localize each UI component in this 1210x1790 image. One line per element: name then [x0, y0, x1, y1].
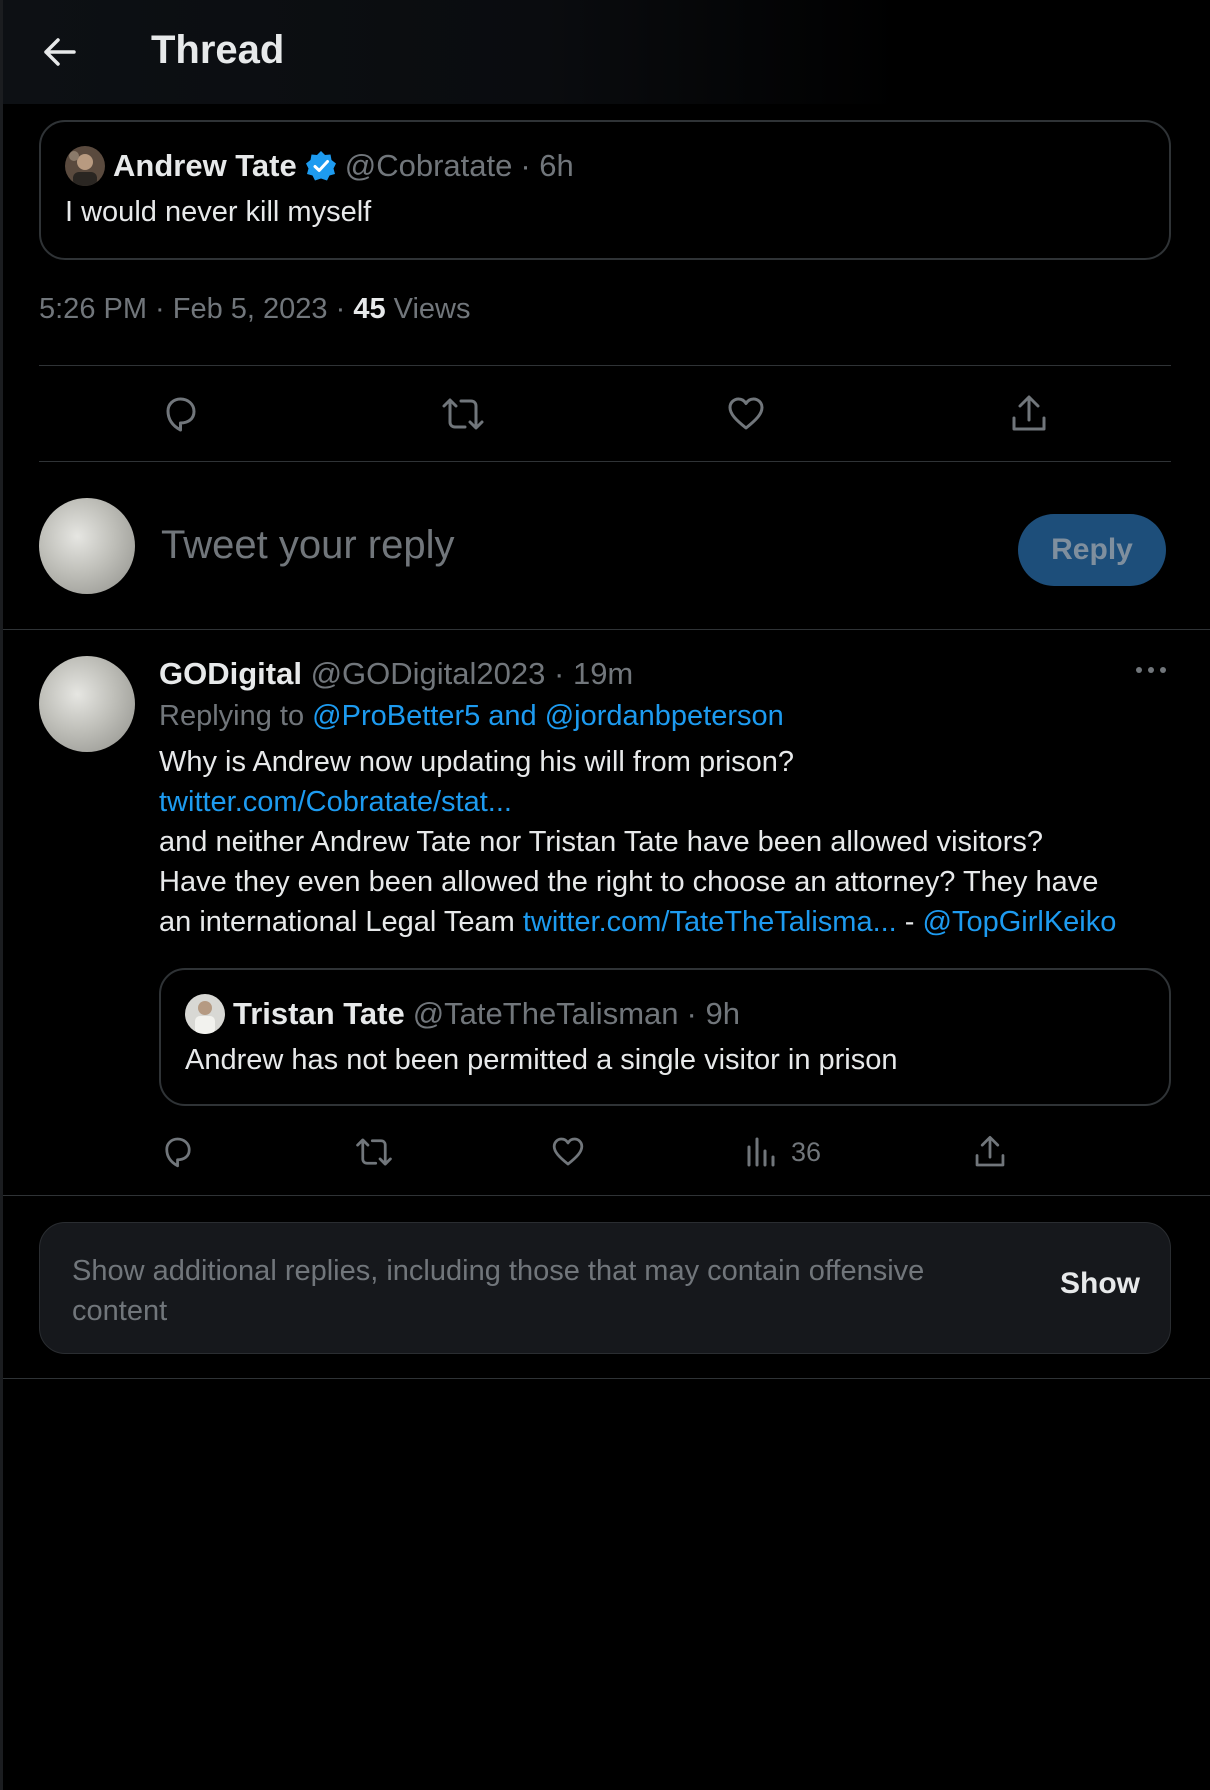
author-name[interactable]: Andrew Tate [113, 148, 297, 184]
retweet-icon [442, 398, 484, 430]
comment-icon [165, 1137, 191, 1168]
tweet-body: Why is Andrew now updating his will from… [159, 742, 1210, 942]
reply-input[interactable] [161, 520, 981, 570]
replying-to-users-link[interactable]: @ProBetter5 and @jordanbpeterson [312, 700, 784, 732]
avatar [185, 994, 225, 1034]
quoted-tweet-card[interactable]: Tristan Tate @TateTheTalisman · 9h Andre… [159, 968, 1171, 1106]
reply-action-button[interactable] [157, 390, 205, 438]
heart-icon [728, 397, 764, 430]
verified-badge-icon [305, 151, 336, 181]
reply-action-button[interactable] [159, 1130, 197, 1174]
views-action-button[interactable]: 36 [745, 1130, 821, 1174]
share-action-button[interactable] [971, 1130, 1009, 1174]
reply-tweet[interactable]: GODigital @GODigital2023 · 19m Replying … [3, 630, 1210, 1196]
retweet-action-button[interactable] [439, 390, 487, 438]
like-action-button[interactable] [722, 390, 770, 438]
quoted-tweet-text: Andrew has not been permitted a single v… [185, 1044, 898, 1076]
additional-replies-text: Show additional replies, including those… [72, 1255, 925, 1327]
comment-icon [166, 397, 196, 432]
header: Thread [3, 0, 1210, 104]
tweet-time: · 9h [686, 996, 740, 1031]
heart-icon [552, 1137, 584, 1166]
back-button[interactable] [37, 30, 81, 74]
quoted-tweet-header: Andrew Tate @Cobratate · 6h [65, 146, 574, 186]
views-count: 36 [791, 1136, 822, 1167]
quoted-tweet-header: Tristan Tate @TateTheTalisman · 9h [185, 994, 740, 1034]
share-action-button[interactable] [1005, 390, 1053, 438]
views-count: 45 [353, 293, 386, 325]
author-handle[interactable]: @GODigital2023 [311, 656, 546, 691]
author-handle[interactable]: @Cobratate [345, 148, 513, 184]
replying-to: Replying to @ProBetter5 and @jordanbpete… [159, 700, 784, 732]
analytics-icon [747, 1137, 775, 1167]
quoted-tweet-text: I would never kill myself [65, 196, 372, 228]
tweet-link[interactable]: twitter.com/TateTheTalisma... [523, 906, 897, 938]
author-handle[interactable]: @TateTheTalisman [413, 996, 679, 1032]
reply-button[interactable]: Reply [1018, 514, 1166, 586]
tweet-header: GODigital @GODigital2023 · 19m [159, 656, 633, 692]
avatar[interactable] [39, 656, 135, 752]
show-button[interactable]: Show [1060, 1267, 1140, 1301]
additional-replies-banner: Show additional replies, including those… [39, 1222, 1171, 1354]
page-title: Thread [151, 28, 285, 72]
avatar[interactable] [39, 498, 135, 594]
reply-composer: Reply [3, 462, 1210, 630]
divider [3, 1378, 1210, 1379]
views-label: Views [385, 293, 471, 325]
share-icon [975, 1135, 1005, 1167]
share-icon [1012, 395, 1046, 431]
tweet-actions [39, 366, 1171, 462]
tweet-link[interactable]: twitter.com/Cobratate/stat... [159, 782, 1210, 822]
more-options-button[interactable] [1133, 658, 1169, 682]
author-name[interactable]: Tristan Tate [233, 996, 405, 1032]
avatar [65, 146, 105, 186]
mention-link[interactable]: @TopGirlKeiko [923, 906, 1117, 938]
like-action-button[interactable] [549, 1130, 587, 1174]
tweet-time: · 6h [520, 148, 574, 183]
app-frame: Thread Andrew Tate @Cobratate · 6h I wou… [0, 0, 1210, 1790]
quoted-tweet-card[interactable]: Andrew Tate @Cobratate · 6h I would neve… [39, 120, 1171, 260]
tweet-meta: 5:26 PM · Feb 5, 2023 · 45 Views [39, 293, 470, 326]
more-icon [1136, 667, 1166, 673]
author-name[interactable]: GODigital [159, 656, 302, 691]
tweet-time: · 19m [554, 656, 634, 691]
tweet-actions: 36 [159, 1124, 1059, 1184]
retweet-action-button[interactable] [353, 1130, 395, 1174]
retweet-icon [356, 1138, 392, 1166]
arrow-left-icon [44, 38, 76, 66]
tweet-timestamp[interactable]: 5:26 PM · Feb 5, 2023 · [39, 293, 353, 325]
